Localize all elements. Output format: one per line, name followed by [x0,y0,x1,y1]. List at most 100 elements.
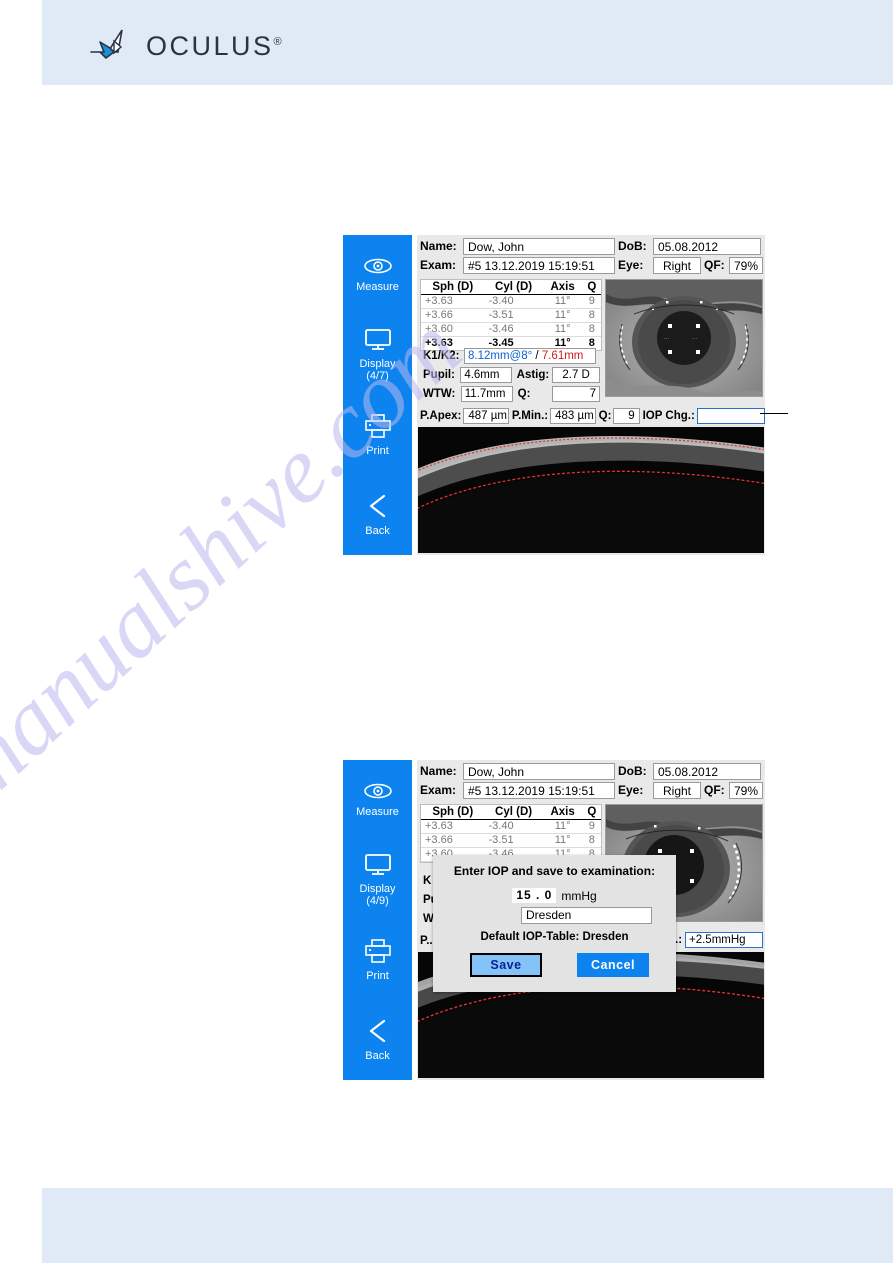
cell-cyl: -3.51 [484,833,543,848]
printer-icon [364,413,392,441]
brand-name-text: OCULUS [146,31,274,61]
q-label: Q: [517,387,531,400]
eye-photo: ··· ··· [605,279,763,397]
sidebar-item-measure[interactable]: Measure [343,760,412,840]
iop-chg-input[interactable] [696,408,766,424]
wtw-value: 11.7mm [460,386,513,402]
cell-cyl: -3.46 [484,322,543,337]
sidebar-label-print: Print [366,444,389,457]
eye-icon [363,258,393,277]
cell-axis: 11° [542,308,583,323]
patient-name-row: Name: Dow, John DoB: 05.08.2012 [417,237,765,256]
save-button[interactable]: Save [470,953,542,977]
wtw-label: WTW: [423,387,456,400]
dob-value[interactable]: 05.08.2012 [653,763,761,780]
cell-q: 9 [582,819,601,834]
k1-value: 8.12mm@8° [468,350,533,362]
default-iop-table-label: Default IOP-Table: Dresden [480,931,629,943]
pachy-min-label: P.Min.: [511,409,549,422]
sidebar-label-back: Back [365,524,390,537]
callout-leader-line [760,413,788,414]
sidebar-item-back[interactable]: Back [343,1000,412,1080]
pupil-label: Pupil: [423,368,455,381]
name-value[interactable]: Dow, John [463,238,615,255]
dialog-title: Enter IOP and save to examination: [453,864,656,878]
k1k2-label: K1/K2: [423,349,460,362]
exam-label: Exam: [420,258,457,272]
cancel-button[interactable]: Cancel [577,953,649,977]
table-row: +3.60 -3.46 11° 8 [421,322,601,337]
device-sidebar-2: Measure Display (4/9) Print Back [343,760,412,1080]
sidebar-item-display[interactable]: Display (4/7) [343,315,412,395]
dob-value[interactable]: 05.08.2012 [653,238,761,255]
cell-axis: 11° [542,294,583,309]
cell-axis: 11° [542,819,583,834]
wtw-row: WTW: 11.7mm Q: 7 [420,385,600,403]
qf-label: QF: [704,783,725,797]
iop-unit-label: mmHg [561,888,597,903]
sidebar-item-measure[interactable]: Measure [343,235,412,315]
cell-q: 8 [582,322,601,337]
k-separator: / [535,350,539,362]
qf-value: 79% [729,257,763,274]
cell-cyl: -3.51 [484,308,543,323]
table-header-row: Sph (D) Cyl (D) Axis Q [421,280,601,295]
exam-label: Exam: [420,783,457,797]
iop-chg-value[interactable]: +2.5mmHg [685,932,763,948]
col-axis: Axis [542,280,583,295]
eye-label: Eye: [618,258,644,272]
svg-text:···: ··· [692,336,697,342]
q-value: 7 [551,386,600,402]
astig-value: 2.7 D [552,367,600,383]
table-row: +3.66 -3.51 11° 8 [421,308,601,323]
cell-axis: 11° [542,833,583,848]
table-row: +3.63 -3.40 11° 9 [421,294,601,309]
col-q: Q [582,805,601,820]
eye-value[interactable]: Right [653,257,701,274]
sidebar-item-back[interactable]: Back [343,475,412,555]
k-row: K1/K2: 8.12mm@8° / 7.61mm [420,347,600,365]
k2-value: 7.61mm [541,350,584,362]
pachy-q-label: Q: [598,409,612,422]
device-sidebar-1: Measure Display (4/7) Print Back [343,235,412,555]
chevron-left-icon [365,494,391,521]
sidebar-sublabel-display: (4/7) [366,369,389,382]
oculus-logo-mark [90,29,123,59]
corneal-scan-image-1 [418,427,764,553]
name-label: Name: [420,764,457,778]
pachy-min-value: 483 µm [550,408,596,424]
col-q: Q [582,280,601,295]
sidebar-label-display: Display [359,357,396,370]
sidebar-item-print[interactable]: Print [343,395,412,475]
pachymetry-row: P.Apex: 487 µm P.Min.: 483 µm Q: 9 IOP C… [417,407,766,425]
iop-chg-label: IOP Chg.: [642,409,695,422]
dob-label: DoB: [618,239,647,253]
cell-cyl: -3.40 [484,294,543,309]
iop-value-input[interactable]: 15 . 0 [512,888,557,903]
chevron-left-icon [365,1019,391,1046]
oculus-logo: OCULUS® [88,28,288,64]
cell-axis: 11° [542,322,583,337]
cell-sph: +3.63 [421,819,485,834]
sidebar-label-back: Back [365,1049,390,1062]
qf-value: 79% [729,782,763,799]
iop-table-input[interactable]: Dresden [521,907,652,924]
sidebar-sublabel-display: (4/9) [366,894,389,907]
device-screenshot-1: Measure Display (4/7) Print Back Name: D… [343,235,766,555]
pachy-apex-value: 487 µm [463,408,509,424]
name-value[interactable]: Dow, John [463,763,615,780]
name-label: Name: [420,239,457,253]
eye-value[interactable]: Right [653,782,701,799]
table-row: +3.63 -3.40 11° 9 [421,819,601,834]
exam-value[interactable]: #5 13.12.2019 15:19:51 [463,257,615,274]
exam-info-row: Exam: #5 13.12.2019 15:19:51 Eye: Right … [417,781,765,800]
cell-sph: +3.66 [421,308,485,323]
dob-label: DoB: [618,764,647,778]
sidebar-item-display[interactable]: Display (4/9) [343,840,412,920]
sidebar-label-measure: Measure [356,280,399,293]
sidebar-item-print[interactable]: Print [343,920,412,1000]
exam-value[interactable]: #5 13.12.2019 15:19:51 [463,782,615,799]
brand-name: OCULUS® [146,31,284,62]
iop-entry-dialog: Enter IOP and save to examination: 15 . … [433,855,676,992]
cell-sph: +3.60 [421,322,485,337]
